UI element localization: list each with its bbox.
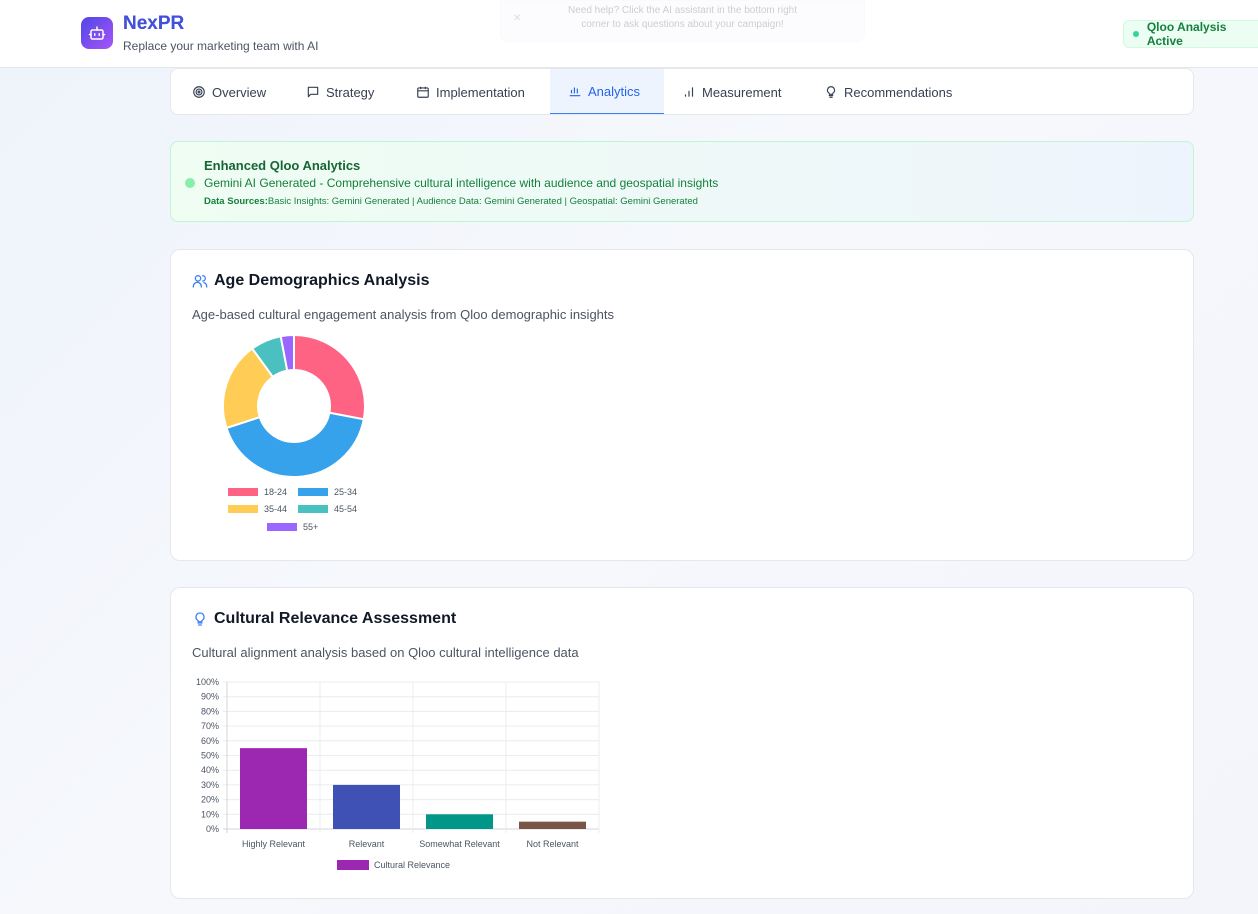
analytics-info-banner: Enhanced Qloo Analytics Gemini AI Genera…: [170, 141, 1194, 222]
tab-label: Implementation: [436, 84, 525, 100]
toast-line-1: Need help? Click the AI assistant in the…: [567, 5, 797, 16]
brand-tagline: Replace your marketing team with AI: [123, 39, 319, 53]
robot-logo-icon[interactable]: [81, 17, 113, 49]
target-icon: [193, 86, 205, 98]
tab-label: Strategy: [326, 84, 375, 100]
card-subtitle: Age-based cultural engagement analysis f…: [192, 307, 615, 322]
bar-relevant[interactable]: [333, 784, 400, 829]
tab-label: Analytics: [588, 83, 641, 99]
tab-overview[interactable]: Overview: [192, 69, 267, 114]
tab-measurement[interactable]: Measurement: [682, 69, 782, 114]
tab-analytics[interactable]: Analytics: [550, 69, 664, 114]
banner-title: Enhanced Qloo Analytics: [204, 158, 361, 173]
cultural-relevance-card: Cultural Relevance Assessment Cultural a…: [170, 587, 1194, 899]
legend-swatch: [298, 488, 328, 496]
x-tick-label: Highly Relevant: [242, 839, 306, 849]
legend-swatch[interactable]: [337, 860, 369, 870]
y-tick-label: 0%: [206, 824, 219, 834]
age-donut-chart: [222, 333, 366, 478]
lightbulb-icon: [826, 86, 836, 98]
status-dot-icon: [185, 178, 195, 188]
status-dot-icon: [1133, 31, 1139, 37]
message-icon: [307, 86, 319, 98]
legend-label: 45-54: [334, 504, 358, 514]
bar-not-relevant[interactable]: [519, 821, 586, 829]
y-tick-label: 90%: [201, 692, 219, 702]
x-tick-label: Not Relevant: [526, 839, 579, 849]
sources-text: Basic Insights: Gemini Generated | Audie…: [267, 196, 698, 207]
legend-label: 18-24: [264, 487, 288, 497]
bar-highly-relevant[interactable]: [240, 748, 307, 829]
sources-label: Data Sources:: [204, 196, 268, 207]
banner-data-sources: Data Sources:Basic Insights: Gemini Gene…: [204, 196, 698, 207]
legend-swatch: [228, 488, 258, 496]
brand-name: NexPR: [123, 13, 185, 34]
y-tick-label: 40%: [201, 765, 219, 775]
tab-label: Measurement: [702, 84, 782, 100]
legend-item[interactable]: 35-44: [228, 504, 287, 514]
age-demographics-card: Age Demographics Analysis Age-based cult…: [170, 249, 1194, 561]
status-badge: Qloo Analysis Active: [1123, 20, 1258, 48]
y-tick-label: 50%: [201, 751, 219, 761]
users-icon: [192, 275, 208, 288]
bar-somewhat-relevant[interactable]: [426, 814, 493, 829]
close-icon[interactable]: ✕: [513, 12, 521, 26]
relevance-bar-chart: 0% 10% 20% 30% 40% 50% 60% 70% 80% 90% 100% Highly …: [196, 677, 600, 870]
y-tick-label: 10%: [201, 809, 219, 819]
bar-chart-icon: [569, 87, 581, 97]
x-tick-label: Somewhat Relevant: [419, 839, 500, 849]
banner-subtitle: Gemini AI Generated - Comprehensive cult…: [204, 176, 719, 190]
y-tick-label: 60%: [201, 736, 219, 746]
x-tick-label: Relevant: [349, 839, 385, 849]
tab-strategy[interactable]: Strategy: [306, 69, 375, 114]
card-title: Cultural Relevance Assessment: [214, 610, 457, 627]
status-label: Qloo Analysis Active: [1146, 20, 1227, 48]
legend-item[interactable]: 25-34: [298, 487, 357, 497]
legend-swatch: [267, 523, 297, 531]
y-tick-label: 80%: [201, 706, 219, 716]
card-title: Age Demographics Analysis: [214, 272, 430, 289]
card-subtitle: Cultural alignment analysis based on Qlo…: [192, 645, 579, 660]
donut-slice-25-34[interactable]: [225, 411, 365, 478]
tab-bar: Overview Strategy Implementation Analyti…: [170, 68, 1194, 115]
toast-line-2: corner to ask questions about your campa…: [581, 19, 784, 30]
tab-recommendations[interactable]: Recommendations: [824, 69, 953, 114]
lightbulb-icon: [195, 612, 205, 626]
legend-item[interactable]: 45-54: [298, 504, 357, 514]
y-tick-label: 70%: [201, 721, 219, 731]
y-tick-label: 100%: [196, 677, 219, 687]
calendar-icon: [417, 86, 429, 98]
tab-implementation[interactable]: Implementation: [416, 69, 525, 114]
tab-label: Recommendations: [844, 84, 953, 100]
help-toast: ✕ Need help? Click the AI assistant in t…: [500, 0, 865, 42]
legend-item[interactable]: 55+: [267, 522, 318, 532]
y-tick-label: 20%: [201, 795, 219, 805]
legend-label: 35-44: [264, 504, 288, 514]
legend-label: 25-34: [334, 487, 358, 497]
legend-swatch: [228, 505, 258, 513]
legend-swatch: [298, 505, 328, 513]
donut-slice-18-24[interactable]: [293, 333, 366, 421]
y-tick-label: 30%: [201, 780, 219, 790]
legend-item[interactable]: 18-24: [228, 487, 287, 497]
legend-label: Cultural Relevance: [374, 860, 450, 870]
tab-label: Overview: [212, 84, 267, 100]
app-header: NexPR Replace your marketing team with A…: [0, 0, 1258, 68]
signal-icon: [684, 87, 694, 97]
legend-label: 55+: [303, 522, 319, 532]
